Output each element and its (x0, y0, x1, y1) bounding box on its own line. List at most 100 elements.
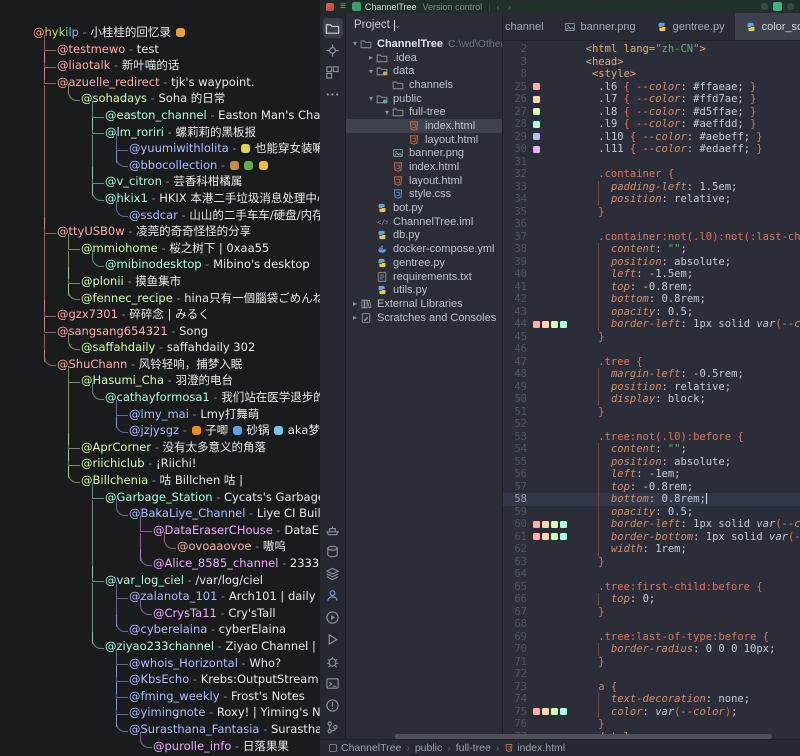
channel-link[interactable]: @v_citron (105, 174, 162, 188)
color-swatch[interactable] (542, 708, 549, 715)
channel-link[interactable]: @mibinodesktop (105, 257, 202, 271)
services-ship-icon[interactable] (323, 519, 343, 539)
channel-link[interactable]: @whois_Horizontal (129, 656, 238, 670)
database-icon[interactable] (323, 541, 343, 561)
breadcrumb-item-index.html[interactable]: index.html (504, 742, 565, 754)
ai-assistant-icon[interactable] (323, 585, 343, 605)
chevron-down-icon[interactable]: ▾ (382, 108, 392, 117)
color-swatch[interactable] (533, 521, 540, 528)
editor-tab-gentree.py[interactable]: gentree.py (646, 13, 735, 40)
commit-icon[interactable] (323, 40, 343, 60)
code-editor[interactable]: 2 <html lang="zh-CN">3 <head>8 <style>25… (503, 41, 800, 739)
color-swatch[interactable] (551, 321, 558, 328)
channel-link[interactable]: @AprCorner (81, 440, 151, 454)
project-item-layout.html[interactable]: layout.html (346, 133, 502, 147)
color-swatch[interactable] (542, 533, 549, 540)
breadcrumb-item-full-tree[interactable]: full-tree (456, 742, 491, 754)
project-item-utils.py[interactable]: utils.py (346, 283, 502, 297)
project-item-layout.html[interactable]: layout.html (346, 174, 502, 188)
debug-icon[interactable] (323, 651, 343, 671)
project-item-docker-compose.yml[interactable]: docker-compose.yml (346, 242, 502, 256)
color-swatch[interactable] (533, 108, 540, 115)
color-swatch[interactable] (560, 521, 567, 528)
color-swatch[interactable] (533, 96, 540, 103)
color-swatch[interactable] (542, 521, 549, 528)
structure-icon[interactable] (323, 62, 343, 82)
color-swatch[interactable] (533, 533, 540, 540)
channel-link[interactable]: @bbocollection (129, 158, 217, 172)
layers-icon[interactable] (323, 563, 343, 583)
run-widget-icon[interactable] (773, 2, 782, 11)
channel-link[interactable]: @easton_channel (105, 108, 207, 122)
editor-tab-channel[interactable]: channel (503, 13, 554, 40)
channel-link[interactable]: @liaotalk (57, 58, 110, 72)
color-swatch[interactable] (551, 533, 558, 540)
main-menu-icon[interactable]: ≡ (340, 2, 346, 12)
color-swatch[interactable] (533, 321, 540, 328)
horizontal-scrollbar[interactable] (395, 734, 772, 739)
channel-link[interactable]: @ovoaaovoe (177, 539, 251, 553)
channel-link[interactable]: @yuumiwithlolita (129, 141, 229, 155)
color-swatch[interactable] (560, 533, 567, 540)
git-branch-icon[interactable] (323, 717, 343, 737)
project-item-.idea[interactable]: ▸.idea (346, 51, 502, 65)
channel-link[interactable]: @KbsEcho (129, 672, 189, 686)
color-swatch[interactable] (533, 121, 540, 128)
chevron-right-icon[interactable]: ▸ (350, 299, 360, 308)
search-icon[interactable] (761, 3, 768, 10)
color-swatch[interactable] (560, 708, 567, 715)
channel-link[interactable]: @plonii (81, 274, 124, 288)
chevron-down-icon[interactable]: ▾ (350, 39, 360, 48)
chevron-right-icon[interactable]: ▸ (350, 313, 360, 322)
color-swatch[interactable] (542, 321, 549, 328)
color-swatch[interactable] (560, 321, 567, 328)
project-item-style.css[interactable]: style.css (346, 188, 502, 202)
color-swatch[interactable] (533, 708, 540, 715)
channel-link[interactable]: @gzx7301 (57, 307, 118, 321)
project-item-requirements.txt[interactable]: requirements.txt (346, 270, 502, 284)
vcs-widget[interactable]: Version control (423, 2, 483, 12)
project-item-channels[interactable]: channels (346, 78, 502, 92)
chevron-down-icon[interactable]: ▾ (366, 94, 376, 103)
color-swatch[interactable] (551, 521, 558, 528)
channel-link[interactable]: @fming_weekly (129, 689, 220, 703)
project-item-public[interactable]: ▾public (346, 92, 502, 106)
project-item-banner.png[interactable]: banner.png (346, 147, 502, 161)
project-item-channeltree.iml[interactable]: </>ChannelTree.iml (346, 215, 502, 229)
editor-tab-color_scale.py[interactable]: color_scale.py (735, 13, 800, 40)
breadcrumb-item-public[interactable]: public (415, 742, 442, 754)
channel-link[interactable]: @cyberelaina (129, 622, 207, 636)
channel-link[interactable]: @ssdcar (129, 208, 178, 222)
project-item-external-libraries[interactable]: ▸External Libraries (346, 297, 502, 311)
run-icon[interactable] (323, 629, 343, 649)
color-swatch[interactable] (533, 133, 540, 140)
channel-link[interactable]: @riichiclub (81, 456, 145, 470)
channel-link[interactable]: @saffahdaily (81, 340, 155, 354)
channel-link[interactable]: @jzjysgz (129, 423, 179, 437)
play-circle-icon[interactable] (323, 607, 343, 627)
project-widget[interactable]: ChannelTree (352, 2, 417, 12)
channel-link[interactable]: @testmewo (57, 42, 125, 56)
settings-icon[interactable] (787, 3, 794, 10)
project-panel-header[interactable]: Project ⌄ (346, 13, 502, 37)
editor-tab-banner.png[interactable]: banner.png (554, 13, 646, 40)
color-swatch[interactable] (533, 146, 540, 153)
nav-arrows[interactable]: ‹ › (496, 2, 514, 12)
channel-link[interactable]: @sohadays (81, 91, 147, 105)
terminal-icon[interactable] (323, 673, 343, 693)
project-item-index.html[interactable]: index.html (346, 160, 502, 174)
project-folder-icon[interactable] (323, 18, 343, 38)
color-swatch[interactable] (551, 708, 558, 715)
chevron-right-icon[interactable]: ▸ (366, 53, 376, 62)
project-item-full-tree[interactable]: ▾full-tree (346, 105, 502, 119)
channel-link[interactable]: @purolle_info (153, 739, 231, 753)
project-item-scratches-and-consoles[interactable]: ▸Scratches and Consoles (346, 311, 502, 325)
channel-link[interactable]: @lmy_mai (129, 407, 189, 421)
project-item-channeltree[interactable]: ▾ChannelTreeC:\wd\Other\ChannelTree (346, 37, 502, 51)
channel-link[interactable]: @Alice_8585_channel (153, 556, 278, 570)
breadcrumb-item-channeltree[interactable]: ChannelTree (328, 742, 401, 754)
channel-link[interactable]: @fennec_recipe (81, 291, 173, 305)
more-icon[interactable] (323, 84, 343, 104)
channel-link[interactable]: @yimingnote (129, 705, 205, 719)
color-swatch[interactable] (533, 83, 540, 90)
